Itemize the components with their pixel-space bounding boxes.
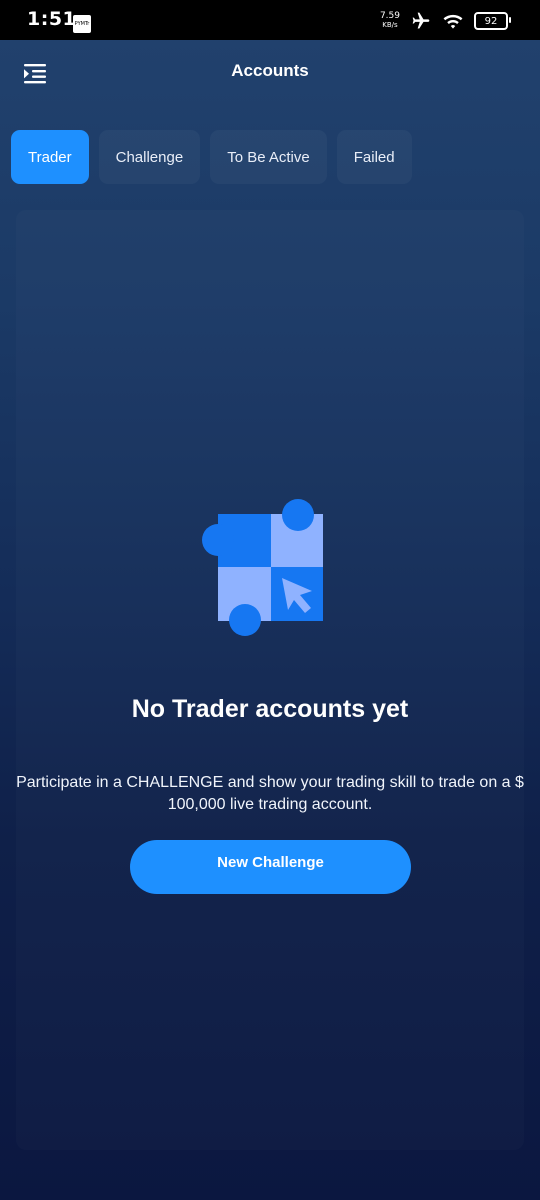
network-speed: 7.59 KB/s — [380, 12, 400, 30]
empty-state-title: No Trader accounts yet — [131, 695, 409, 723]
status-indicators: 7.59 KB/s 92 — [380, 10, 511, 32]
new-challenge-button[interactable]: New Challenge — [130, 840, 411, 894]
tab-failed[interactable]: Failed — [336, 130, 412, 184]
notification-app-icon: PYMTr — [73, 15, 91, 33]
accounts-panel — [16, 210, 524, 1150]
tab-trader[interactable]: Trader — [11, 130, 89, 184]
tab-challenge[interactable]: Challenge — [98, 130, 201, 184]
status-bar: 1:51 PYMTr 7.59 KB/s 92 — [0, 0, 540, 40]
puzzle-cursor-icon — [202, 499, 323, 636]
battery-icon: 92 — [474, 12, 511, 30]
network-speed-value: 7.59 — [379, 11, 400, 21]
network-speed-unit: KB/s — [382, 21, 398, 29]
account-tabs: Trader Challenge To Be Active Failed — [11, 130, 412, 184]
app-header: Accounts — [0, 40, 540, 104]
empty-state-description: Participate in a CHALLENGE and show your… — [16, 774, 524, 813]
page-title: Accounts — [231, 61, 309, 80]
wifi-icon — [443, 14, 463, 29]
status-time: 1:51 — [27, 8, 77, 30]
tab-to-be-active[interactable]: To Be Active — [210, 130, 327, 184]
airplane-mode-icon — [412, 12, 430, 29]
